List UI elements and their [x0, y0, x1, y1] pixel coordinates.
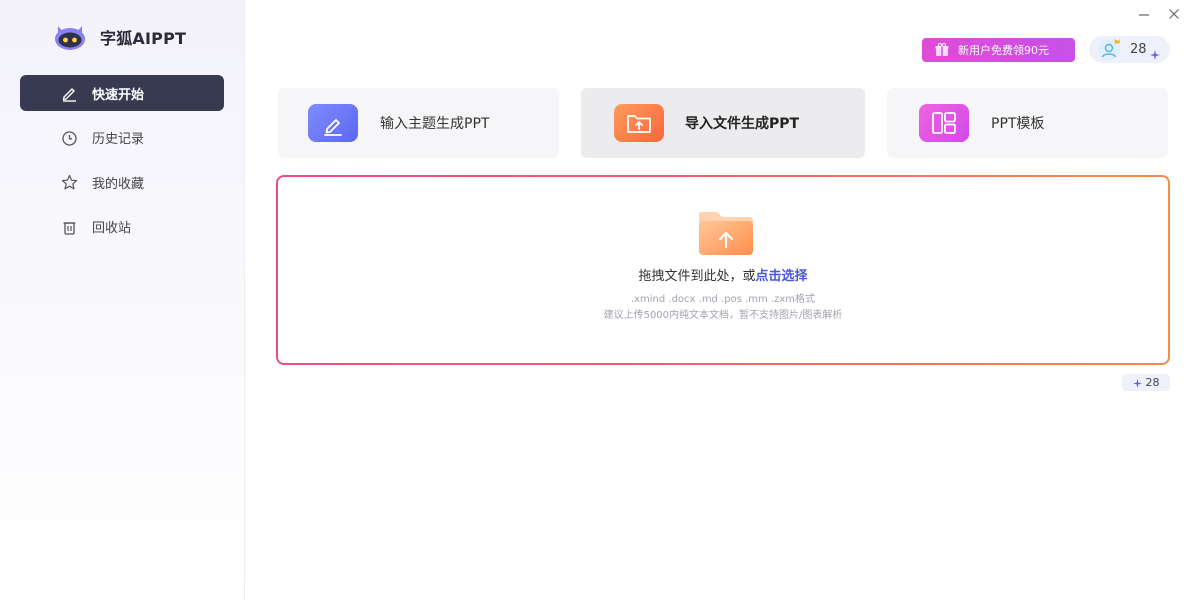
- sidebar: 字狐AIPPT 快速开始 历史记录 我的收藏 回收站: [0, 0, 245, 600]
- upload-prompt-text: 拖拽文件到此处，或: [638, 269, 756, 284]
- card-ppt-templates[interactable]: PPT模板: [887, 88, 1168, 158]
- window-controls: [1136, 6, 1182, 22]
- sidebar-item-quick-start[interactable]: 快速开始: [20, 75, 224, 111]
- upload-dropzone[interactable]: 拖拽文件到此处，或点击选择 .xmind .docx .md .pos .mm …: [278, 177, 1168, 363]
- trash-icon: [61, 219, 78, 236]
- sidebar-item-favorites[interactable]: 我的收藏: [20, 164, 224, 200]
- cost-badge: 28: [1122, 374, 1170, 391]
- minimize-button[interactable]: [1136, 6, 1152, 22]
- pen-icon: [61, 85, 78, 102]
- brand: 字狐AIPPT: [52, 22, 186, 52]
- fox-robot-logo-icon: [52, 23, 88, 51]
- close-icon: [1169, 9, 1179, 19]
- avatar: [1097, 38, 1121, 62]
- sparkle-icon: [1132, 378, 1142, 388]
- minimize-icon: [1139, 14, 1149, 16]
- new-user-promo-button[interactable]: 新用户免费领90元: [922, 38, 1075, 62]
- sidebar-item-label: 快速开始: [92, 87, 145, 103]
- card-import-file-to-ppt[interactable]: 导入文件生成PPT: [581, 88, 865, 158]
- user-account-chip[interactable]: 28: [1089, 36, 1170, 63]
- app-name: 字狐AIPPT: [100, 29, 187, 48]
- sparkle-icon: [1149, 45, 1160, 60]
- cost-value: 28: [1145, 376, 1160, 389]
- credits-count: 28: [1130, 42, 1147, 57]
- clock-icon: [61, 130, 78, 147]
- sidebar-item-trash[interactable]: 回收站: [20, 209, 224, 245]
- sidebar-item-label: 回收站: [92, 221, 132, 236]
- supported-formats: .xmind .docx .md .pos .mm .zxm格式: [630, 294, 816, 305]
- promo-label: 新用户免费领90元: [958, 44, 1049, 57]
- close-button[interactable]: [1166, 6, 1182, 22]
- star-icon: [61, 174, 78, 191]
- sidebar-item-label: 历史记录: [92, 132, 145, 147]
- choose-file-link[interactable]: 点击选择: [756, 269, 808, 284]
- upload-prompt: 拖拽文件到此处，或点击选择: [278, 265, 1168, 284]
- sidebar-nav: 快速开始 历史记录 我的收藏 回收站: [20, 75, 224, 253]
- upload-dropzone-border: 拖拽文件到此处，或点击选择 .xmind .docx .md .pos .mm …: [276, 175, 1170, 365]
- card-label: 导入文件生成PPT: [685, 116, 800, 132]
- folder-upload-icon: [697, 211, 755, 257]
- layout-template-icon: [919, 104, 969, 142]
- edit-icon: [308, 104, 358, 142]
- sidebar-item-label: 我的收藏: [92, 176, 145, 192]
- card-label: PPT模板: [991, 116, 1045, 132]
- card-topic-to-ppt[interactable]: 输入主题生成PPT: [278, 88, 559, 158]
- folder-upload-icon: [614, 104, 664, 142]
- upload-note: 建议上传5000内纯文本文档，暂不支持图片/图表解析: [603, 310, 843, 321]
- card-label: 输入主题生成PPT: [380, 116, 490, 132]
- sidebar-item-history[interactable]: 历史记录: [20, 120, 224, 156]
- gift-icon: [934, 42, 950, 58]
